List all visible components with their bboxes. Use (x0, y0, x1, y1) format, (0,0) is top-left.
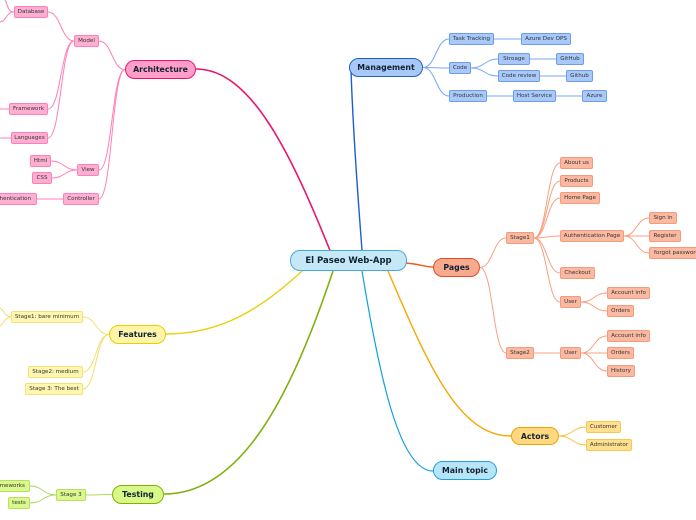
edge-html (50, 160, 78, 171)
node-pages-stage1-checkout[interactable]: Checkout (560, 267, 595, 279)
edge-forgot (623, 235, 650, 254)
edge-controller (98, 69, 126, 200)
node-pages-stage1-user-account[interactable]: Account info (607, 287, 650, 299)
edge-about (533, 162, 561, 239)
node-architecture-model-languages[interactable]: Languages (11, 132, 48, 144)
node-architecture-controller-label[interactable]: Controller (63, 193, 99, 205)
edge-stor (470, 58, 499, 69)
edge-main-topic (361, 270, 434, 472)
node-management-production-host-label[interactable]: Host Service (513, 90, 556, 102)
node-pages-stage2-label[interactable]: Stage2 (506, 347, 534, 359)
edge-prod (422, 67, 450, 97)
edge-stub (0, 307, 12, 318)
node-management-task-tracking-label[interactable]: Task Tracking (449, 33, 494, 45)
node-testing-stage3-label[interactable]: Stage 3 (56, 489, 86, 501)
edge-pages (404, 262, 434, 268)
node-central-label[interactable]: El Paseo Web-App (290, 250, 407, 271)
node-management-code-code-review-label[interactable]: Code review (498, 70, 540, 82)
edge-f1 (82, 316, 110, 335)
edge-testing (163, 270, 334, 495)
edge-home (533, 197, 561, 239)
node-features-stage3[interactable]: Stage 3: The best (25, 383, 83, 395)
edge-u1 (533, 237, 561, 303)
edge-stub (4, 0, 15, 13)
node-pages-stage2-user-account[interactable]: Account info (607, 330, 650, 342)
node-testing-stage3-frameworks[interactable]: Frameworks (0, 480, 30, 492)
edge-task (422, 38, 450, 68)
node-pages-stage2-user-orders[interactable]: Orders (607, 347, 634, 359)
node-main-topic-label[interactable]: Main topic (433, 461, 497, 480)
edge-cr (470, 67, 499, 77)
edge-cust (558, 426, 587, 437)
edge-products (533, 180, 561, 239)
node-management-code-label[interactable]: Code (449, 62, 471, 74)
node-actors-label[interactable]: Actors (511, 427, 559, 445)
edge-management (350, 69, 363, 251)
edge-framework (47, 40, 75, 110)
node-pages-stage2-user-label[interactable]: User (560, 347, 581, 359)
edge-acc1 (580, 292, 608, 303)
edge-ord1 (580, 301, 608, 312)
edge-admin (558, 435, 587, 446)
node-pages-stage1-home[interactable]: Home Page (560, 192, 600, 204)
edge-hist (580, 352, 608, 372)
node-management-production-label[interactable]: Production (449, 90, 487, 102)
node-features-stage2[interactable]: Stage2: medium (28, 366, 83, 378)
edge-code (422, 67, 450, 69)
node-pages-stage2-user-history[interactable]: History (607, 365, 635, 377)
node-pages-stage1-auth-forgot[interactable]: forgot password (649, 247, 696, 259)
node-pages-stage1-auth-label[interactable]: Authentication Page (560, 230, 624, 242)
edge-s1 (479, 237, 507, 268)
node-architecture-model-framework[interactable]: Framework (9, 103, 48, 115)
edge-languages (47, 40, 75, 139)
node-architecture-model-label[interactable]: Model (74, 35, 99, 47)
node-architecture-view-label[interactable]: View (77, 164, 99, 176)
node-management-production-host-provider[interactable]: Azure (582, 90, 607, 102)
node-pages-label[interactable]: Pages (433, 258, 480, 277)
node-pages-stage1-user-label[interactable]: User (560, 296, 581, 308)
edge-features (165, 270, 303, 335)
edge-tfw (29, 485, 57, 496)
edge-f3 (82, 334, 110, 390)
edge-tt (29, 494, 57, 504)
node-architecture-view-css[interactable]: CSS (32, 172, 52, 184)
node-architecture-view-html[interactable]: Html (30, 155, 51, 167)
node-pages-stage1-products[interactable]: Products (560, 175, 593, 187)
node-actors-administrator[interactable]: Administrator (586, 439, 632, 451)
edge-s2 (479, 267, 507, 354)
node-management-task-tracking-tool[interactable]: Azure Dev OPS (521, 33, 571, 45)
node-pages-stage1-about[interactable]: About us (560, 157, 593, 169)
edge-stub (0, 316, 12, 327)
node-testing-label[interactable]: Testing (112, 485, 164, 504)
node-management-code-storage-tool[interactable]: GitHub (556, 53, 584, 65)
edge-view (98, 69, 126, 171)
node-pages-stage1-user-orders[interactable]: Orders (607, 305, 634, 317)
node-architecture-model-database[interactable]: Database (14, 6, 48, 18)
node-pages-stage1-auth-register[interactable]: Register (649, 230, 681, 242)
node-management-label[interactable]: Management (349, 58, 423, 77)
edge-signin (623, 217, 650, 237)
node-pages-stage1-auth-sign-in[interactable]: Sign in (649, 212, 677, 224)
edge-css (51, 169, 78, 179)
edge-stub (0, 11, 15, 23)
edge-f2 (82, 334, 110, 373)
edge-database (47, 11, 75, 42)
node-features-label[interactable]: Features (109, 325, 166, 344)
edge-t3 (85, 494, 113, 496)
edge-actors (387, 270, 512, 437)
node-architecture-controller-authentication[interactable]: Authentication (0, 193, 37, 205)
node-actors-customer[interactable]: Customer (586, 421, 621, 433)
edge-acc2 (580, 335, 608, 354)
node-management-code-storage-label[interactable]: Stroage (498, 53, 530, 65)
node-architecture-label[interactable]: Architecture (125, 60, 196, 79)
node-testing-stage3-tests[interactable]: tests (8, 497, 30, 509)
edge-model (98, 40, 126, 70)
edge-architecture (195, 68, 334, 259)
node-pages-stage1-label[interactable]: Stage1 (506, 232, 534, 244)
node-management-code-code-review-tool[interactable]: Github (566, 70, 593, 82)
node-features-stage1[interactable]: Stage1: bare minimum (11, 311, 83, 323)
